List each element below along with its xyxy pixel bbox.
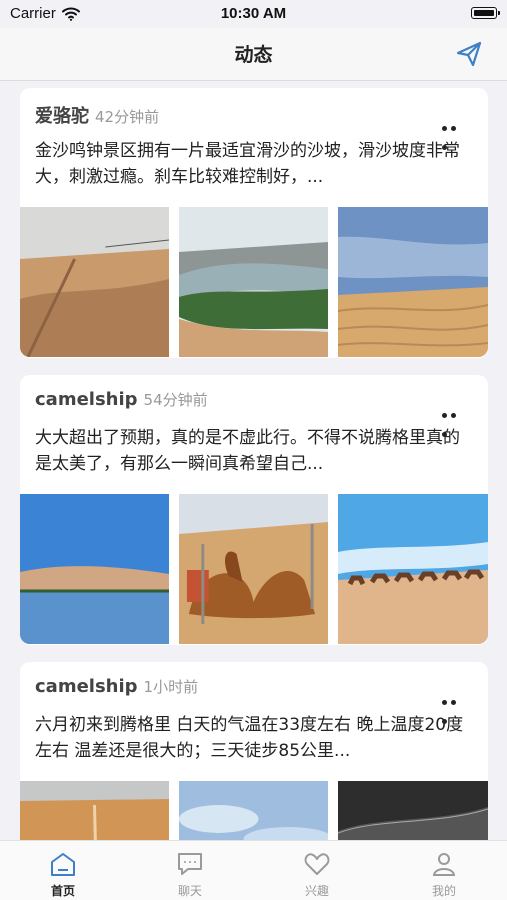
tab-interests[interactable]: 兴趣 [254,841,380,900]
app-screen: Carrier 10:30 AM 动态 爱骆驼 42分钟前 金沙鸣钟景区拥有一片… [0,0,507,900]
post-time: 54分钟前 [143,391,208,409]
post-photo-sand-dune[interactable] [338,207,488,357]
tab-bar: 首页 聊天 兴趣 我的 [0,840,507,900]
status-bar: Carrier 10:30 AM [0,0,507,28]
post-photo-cloudy-sky[interactable] [179,781,328,840]
tab-chat[interactable]: 聊天 [127,841,253,900]
page-title: 动态 [234,44,273,66]
post-text[interactable]: 六月初来到腾格里 白天的气温在33度左右 晚上温度20度左右 温差还是很大的；三… [35,712,466,764]
post-header: 爱骆驼 42分钟前 [35,102,159,128]
battery-icon [471,7,500,19]
post-card[interactable]: camelship 1小时前 六月初来到腾格里 白天的气温在33度左右 晚上温度… [20,662,488,840]
tab-home-label: 首页 [50,884,75,898]
post-text[interactable]: 金沙鸣钟景区拥有一片最适宜滑沙的沙坡，滑沙坡度非常大，刺激过瘾。刹车比较难控制好… [35,138,466,190]
post-time: 1小时前 [143,678,199,696]
post-photo-desert-lake[interactable] [20,494,169,644]
tab-profile-label: 我的 [431,884,456,898]
post-photo-dark-dune[interactable] [338,781,488,840]
home-icon [51,853,75,876]
chat-icon [178,853,202,875]
tab-interests-label: 兴趣 [304,884,329,898]
post-photo-desert-slope[interactable] [20,207,169,357]
post-author[interactable]: 爱骆驼 [35,102,89,128]
post-author[interactable]: camelship [35,389,138,410]
post-photo-camel-caravan[interactable] [338,494,488,644]
post-photo-grid [20,781,488,840]
post-photo-river-oasis[interactable] [179,207,328,357]
tab-profile[interactable]: 我的 [381,841,507,900]
post-feed[interactable]: 爱骆驼 42分钟前 金沙鸣钟景区拥有一片最适宜滑沙的沙坡，滑沙坡度非常大，刺激过… [0,80,507,840]
post-photo-resting-camels[interactable] [179,494,328,644]
post-text[interactable]: 大大超出了预期，真的是不虚此行。不得不说腾格里真的是太美了，有那么一瞬间真希望自… [35,425,466,477]
tab-home[interactable]: 首页 [0,841,126,900]
post-header: camelship 54分钟前 [35,389,208,410]
post-photo-desert-track[interactable] [20,781,169,840]
more-options-icon[interactable] [442,690,468,724]
post-author[interactable]: camelship [35,676,138,697]
more-options-icon[interactable] [442,116,468,150]
post-card[interactable]: 爱骆驼 42分钟前 金沙鸣钟景区拥有一片最适宜滑沙的沙坡，滑沙坡度非常大，刺激过… [20,88,488,358]
post-photo-grid [20,207,488,357]
navigation-bar: 动态 [0,28,507,81]
status-time: 10:30 AM [220,5,287,22]
profile-icon [432,853,456,876]
post-time: 42分钟前 [95,108,160,126]
tab-chat-label: 聊天 [177,884,202,898]
heart-icon [304,853,330,875]
post-header: camelship 1小时前 [35,676,198,697]
more-options-icon[interactable] [442,403,468,437]
send-icon[interactable] [455,40,483,68]
post-card[interactable]: camelship 54分钟前 大大超出了预期，真的是不虚此行。不得不说腾格里真… [20,375,488,645]
post-photo-grid [20,494,488,644]
